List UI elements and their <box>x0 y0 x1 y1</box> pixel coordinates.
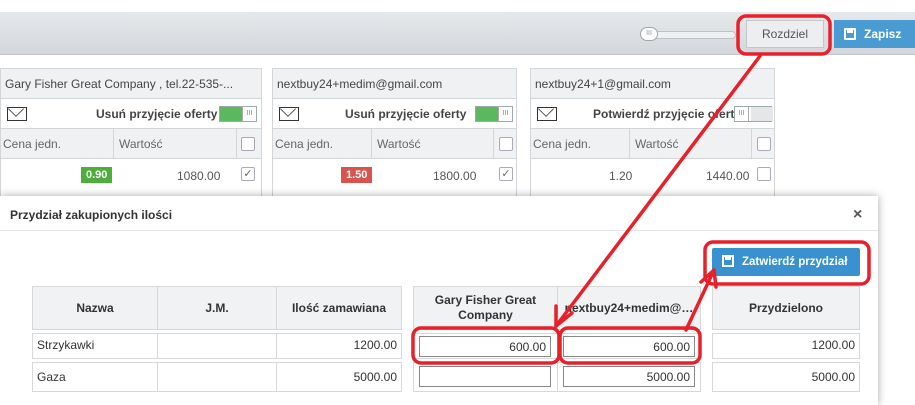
col-unit-price: Cena jedn. <box>533 137 592 151</box>
offer-value: 1080.00 <box>177 169 221 183</box>
confirm-allocation-label: Zatwierdź przydział <box>742 256 848 268</box>
unit-price: 1.20 <box>609 169 633 183</box>
table-cell-assigned: 5000.00 <box>712 362 860 392</box>
supplier-card-title: nextbuy24+medim@gmail.com <box>273 69 516 99</box>
save-button-label: Zapisz <box>864 27 902 41</box>
supplier-card: Gary Fisher Great Company , tel.22-535-.… <box>0 68 262 198</box>
save-icon <box>722 255 734 267</box>
allocation-input-supplier-2[interactable]: 5000.00 <box>563 366 695 387</box>
col-unit-price: Cena jedn. <box>275 137 334 151</box>
modal-title: Przydział zakupionych ilości <box>10 208 173 222</box>
table-cell-ordered-qty: 1200.00 <box>276 333 402 359</box>
unit-price-badge: 0.90 <box>81 167 113 183</box>
allocation-input-supplier-1[interactable]: 600.00 <box>419 336 551 357</box>
checkbox-icon[interactable]: ✓ <box>499 167 513 181</box>
save-icon <box>844 28 856 40</box>
offer-value: 1800.00 <box>433 169 477 183</box>
toggle-switch-icon[interactable]: III <box>475 106 513 122</box>
slider-knob-icon[interactable]: III <box>640 27 658 41</box>
checkbox-icon[interactable] <box>757 167 771 181</box>
checkbox-icon[interactable] <box>757 137 771 151</box>
table-cell-name: Strzykawki <box>32 333 158 359</box>
envelope-icon[interactable] <box>537 107 557 121</box>
checkbox-icon[interactable]: ✓ <box>241 167 255 181</box>
supplier-card: nextbuy24+medim@gmail.com Usuń przyjęcie… <box>272 68 517 198</box>
table-cell-unit <box>157 362 277 392</box>
toggle-switch-icon[interactable]: III <box>219 106 257 122</box>
close-icon[interactable]: × <box>853 206 862 224</box>
col-header-assigned: Przydzielono <box>712 286 860 330</box>
supplier-card-title: Gary Fisher Great Company , tel.22-535-.… <box>1 69 261 99</box>
table-cell-unit <box>157 333 277 359</box>
col-header-supplier-1: Gary Fisher Great Company <box>413 286 558 330</box>
view-slider[interactable]: III <box>640 27 736 41</box>
split-button[interactable]: Rozdziel <box>746 20 824 48</box>
allocation-input-supplier-1[interactable] <box>419 366 551 387</box>
allocation-input-supplier-2[interactable]: 600.00 <box>563 336 695 357</box>
accept-action-label: Potwierdź przyjęcie oferty <box>593 107 742 121</box>
offer-value: 1440.00 <box>706 169 750 183</box>
checkbox-icon[interactable] <box>499 137 513 151</box>
col-header-ordered-qty: Ilość zamawiana <box>276 286 402 330</box>
col-header-supplier-2: nextbuy24+medim@… <box>557 286 701 330</box>
table-cell-ordered-qty: 5000.00 <box>276 362 402 392</box>
table-cell-name: Gaza <box>32 362 158 392</box>
col-value: Wartość <box>119 137 163 151</box>
unit-price-badge: 1.50 <box>341 167 373 183</box>
supplier-card-title: nextbuy24+1@gmail.com <box>531 69 774 99</box>
supplier-card: nextbuy24+1@gmail.com Potwierdź przyjęci… <box>530 68 775 198</box>
envelope-icon[interactable] <box>7 107 27 121</box>
col-header-unit: J.M. <box>157 286 277 330</box>
col-header-name: Nazwa <box>32 286 158 330</box>
accept-action-label: Usuń przyjęcie oferty <box>345 107 467 121</box>
toggle-switch-icon[interactable]: III <box>734 106 773 122</box>
table-cell-assigned: 1200.00 <box>712 333 860 359</box>
confirm-allocation-button[interactable]: Zatwierdź przydział <box>712 248 860 276</box>
modal-divider <box>0 230 878 231</box>
checkbox-icon[interactable] <box>241 137 255 151</box>
col-unit-price: Cena jedn. <box>3 137 62 151</box>
accept-action-label: Usuń przyjęcie oferty <box>96 107 218 121</box>
envelope-icon[interactable] <box>279 107 299 121</box>
save-button[interactable]: Zapisz <box>834 20 915 48</box>
col-value: Wartość <box>635 137 679 151</box>
col-value: Wartość <box>377 137 421 151</box>
